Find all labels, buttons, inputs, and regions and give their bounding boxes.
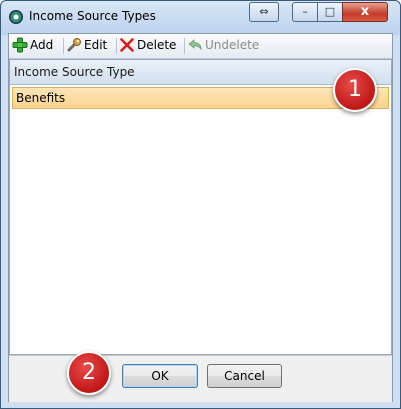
undelete-label: Undelete xyxy=(205,38,260,52)
delete-button[interactable]: Delete xyxy=(119,37,176,55)
toolbar-separator xyxy=(184,38,185,54)
maximize-button[interactable]: □ xyxy=(317,2,343,22)
edit-label: Edit xyxy=(84,38,108,52)
dialog-footer: OK Cancel xyxy=(9,355,392,402)
wrench-icon xyxy=(67,38,81,52)
annotation-badge-1: 1 xyxy=(333,68,377,112)
close-button[interactable]: x xyxy=(342,2,388,22)
toolbar-separator xyxy=(63,38,64,54)
restore-button[interactable]: ⇔ xyxy=(249,2,279,22)
window-title: Income Source Types xyxy=(29,9,156,23)
cancel-button[interactable]: Cancel xyxy=(207,364,282,388)
plus-icon xyxy=(12,37,28,53)
undo-arrow-icon xyxy=(188,39,202,51)
income-source-types-grid[interactable]: Income Source Type Benefits xyxy=(9,59,392,355)
title-bar[interactable]: Income Source Types ⇔ – □ x xyxy=(1,1,400,33)
ok-button[interactable]: OK xyxy=(122,364,198,388)
x-icon xyxy=(120,38,134,52)
toolbar-separator xyxy=(116,38,117,54)
delete-label: Delete xyxy=(137,38,177,52)
app-icon xyxy=(9,10,23,24)
dialog-window: Income Source Types ⇔ – □ x Add Edit Del… xyxy=(0,0,401,409)
undelete-button[interactable]: Undelete xyxy=(187,37,259,55)
toolbar: Add Edit Delete Undelete xyxy=(9,34,392,59)
annotation-badge-2: 2 xyxy=(67,351,111,395)
edit-button[interactable]: Edit xyxy=(66,37,107,55)
add-label: Add xyxy=(30,38,54,52)
minimize-button[interactable]: – xyxy=(292,2,318,22)
add-button[interactable]: Add xyxy=(12,37,53,55)
row-label: Benefits xyxy=(16,91,66,105)
